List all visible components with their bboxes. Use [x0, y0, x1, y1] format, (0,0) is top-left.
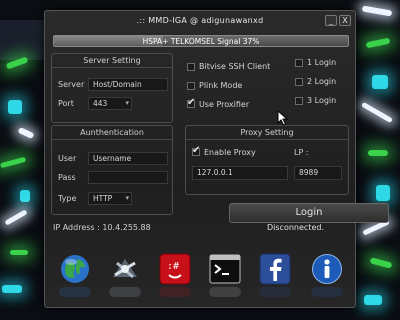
- icon-reflection: [209, 287, 241, 297]
- login-3-label: 3 Login: [307, 96, 337, 105]
- pass-label: Pass: [58, 173, 76, 182]
- icon-reflection: [159, 287, 191, 297]
- info-icon[interactable]: [311, 253, 343, 285]
- divider: [52, 67, 172, 68]
- user-label: User: [58, 154, 77, 163]
- proxifier-checkbox[interactable]: [187, 97, 195, 108]
- bitvise-checkbox[interactable]: [187, 63, 195, 71]
- divider: [186, 139, 348, 140]
- authentication-title: Aunthentication: [80, 128, 144, 137]
- proxy-setting-panel: Proxy Setting Enable Proxy LP : 127.0.0.…: [185, 125, 349, 195]
- proxy-port-input[interactable]: 8989: [294, 166, 342, 180]
- lp-label: LP :: [294, 148, 309, 157]
- plink-label: Plink Mode: [199, 81, 243, 90]
- enable-proxy-checkbox[interactable]: [192, 145, 200, 156]
- server-input[interactable]: Host/Domain: [88, 78, 168, 91]
- bitvise-label: Bitvise SSH Client: [199, 62, 271, 71]
- login-1-label: 1 Login: [307, 58, 337, 67]
- icon-reflection: [59, 287, 91, 297]
- login-2-label: 2 Login: [307, 77, 337, 86]
- authentication-panel: Aunthentication User Username Pass Type …: [51, 125, 173, 215]
- signal-bar: HSPA+ TELKOMSEL Signal 37%: [53, 35, 349, 47]
- toolbar: :#: [59, 253, 343, 297]
- plink-checkbox[interactable]: [187, 82, 195, 90]
- username-input[interactable]: Username: [88, 152, 168, 165]
- icon-reflection: [311, 287, 343, 297]
- proxy-setting-title: Proxy Setting: [240, 128, 294, 137]
- server-label: Server: [58, 80, 85, 89]
- login-button[interactable]: Login: [229, 203, 389, 223]
- password-input[interactable]: [88, 171, 168, 184]
- icon-reflection: [259, 287, 291, 297]
- login-2-checkbox[interactable]: [295, 78, 303, 86]
- port-value: 443: [93, 99, 108, 108]
- close-button[interactable]: X: [339, 15, 351, 26]
- proxifier-label: Use Proxifier: [199, 100, 250, 109]
- type-select[interactable]: HTTP ▾: [88, 192, 132, 205]
- icon-reflection: [109, 287, 141, 297]
- title-bar[interactable]: .:: MMD-IGA @ adigunawanxd _ X: [45, 11, 355, 31]
- chevron-down-icon: ▾: [125, 194, 129, 202]
- app-window: .:: MMD-IGA @ adigunawanxd _ X HSPA+ TEL…: [44, 10, 389, 308]
- chevron-down-icon: ▾: [125, 99, 129, 107]
- ip-address-text: IP Address : 10.4.255.88: [53, 223, 151, 232]
- divider: [52, 139, 172, 140]
- terminal-hash-icon[interactable]: :#: [159, 253, 191, 285]
- login-1-checkbox[interactable]: [295, 59, 303, 67]
- network-icon[interactable]: [109, 253, 141, 285]
- enable-proxy-label: Enable Proxy: [204, 148, 256, 157]
- window-title: .:: MMD-IGA @ adigunawanxd: [136, 16, 264, 25]
- port-select[interactable]: 443 ▾: [88, 97, 132, 110]
- svg-text::#: :#: [167, 261, 179, 272]
- connection-status: Disconnected.: [267, 223, 324, 232]
- type-label: Type: [58, 194, 77, 203]
- globe-icon[interactable]: [59, 253, 91, 285]
- login-3-checkbox[interactable]: [295, 97, 303, 105]
- facebook-icon[interactable]: [259, 253, 291, 285]
- server-setting-title: Server Setting: [83, 56, 141, 65]
- mouse-cursor-icon: [277, 110, 289, 126]
- server-setting-panel: Server Setting Server Host/Domain Port 4…: [51, 53, 173, 123]
- port-label: Port: [58, 99, 74, 108]
- minimize-button[interactable]: _: [325, 15, 337, 26]
- console-icon[interactable]: [209, 253, 241, 285]
- signal-text: HSPA+ TELKOMSEL Signal 37%: [142, 37, 260, 46]
- type-value: HTTP: [93, 194, 113, 203]
- proxy-ip-input[interactable]: 127.0.0.1: [192, 166, 288, 180]
